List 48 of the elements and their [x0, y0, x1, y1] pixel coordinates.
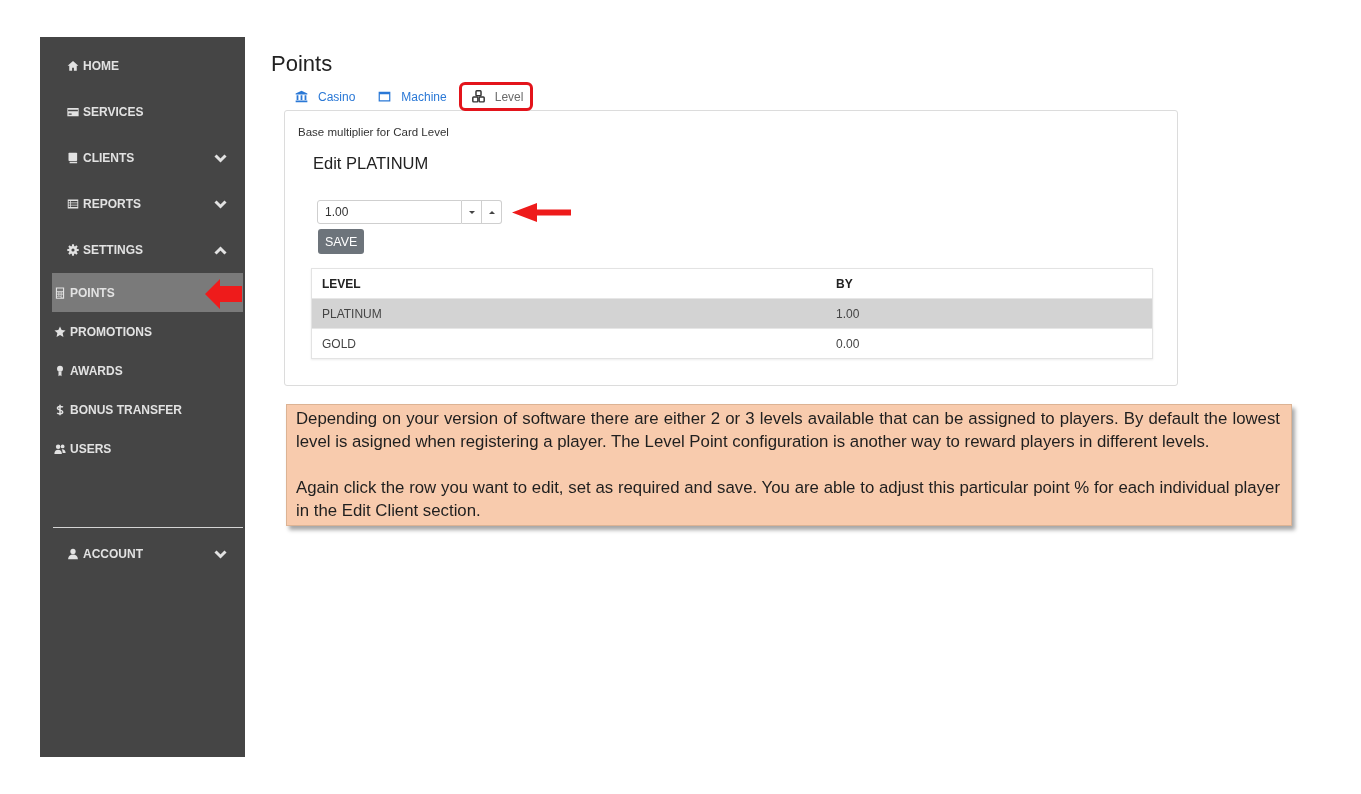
tab[interactable]: Machine	[367, 85, 459, 108]
panel-caption: Base multiplier for Card Level	[298, 125, 450, 139]
home-icon	[67, 60, 79, 72]
tab[interactable]: Level	[461, 85, 531, 108]
pointer-arrow-icon	[205, 279, 242, 309]
number-input[interactable]: 1.00	[317, 200, 462, 224]
nav-item[interactable]: CLIENTS	[40, 135, 245, 181]
user-icon	[67, 548, 79, 560]
edit-title: Edit PLATINUM	[313, 153, 430, 173]
list-icon	[67, 198, 79, 210]
caret-up-icon	[488, 210, 495, 214]
table-cell-text: 1.00	[835, 306, 861, 321]
bank-icon	[295, 90, 308, 103]
medal-icon	[54, 364, 66, 377]
note-paragraph: Depending on your version of software there are either 2 or 3 levels available that can be assigned to players. By default the lowest level is asigned when registering a player. The Level Point configuration is another way to reward players in different levels.	[296, 408, 1280, 453]
column-header: LEVEL	[321, 276, 362, 291]
book-icon	[67, 152, 79, 164]
window-icon	[378, 90, 392, 103]
nav-item[interactable]: BONUS TRANSFER	[52, 390, 243, 429]
nav-item[interactable]: AWARDS	[52, 351, 243, 390]
gear-icon	[67, 244, 79, 256]
calculator-icon	[54, 286, 66, 299]
nav-item[interactable]: ACCOUNT	[40, 531, 245, 577]
increment-button[interactable]	[482, 200, 502, 224]
note-paragraph: Again click the row you want to edit, set as required and save. You are able to adjust this particular point % for each individual player in the Edit Client section.	[296, 477, 1280, 522]
nav-item[interactable]: PROMOTIONS	[52, 312, 243, 351]
table-cell-text: PLATINUM	[321, 306, 383, 321]
users-icon	[54, 442, 66, 455]
nav-item[interactable]: SETTINGS	[40, 227, 245, 273]
column-header: BY	[835, 276, 854, 291]
nav-item[interactable]: HOME	[40, 43, 245, 89]
caret-down-icon	[468, 210, 475, 214]
cubes-icon	[471, 90, 485, 103]
page-title: Points	[271, 51, 334, 77]
dollar-icon	[54, 403, 66, 416]
nav-item[interactable]: USERS	[52, 429, 243, 468]
nav-item[interactable]: REPORTS	[40, 181, 245, 227]
table-row[interactable]: PLATINUM 1.00	[312, 298, 1152, 328]
table-row[interactable]: GOLD 0.00	[312, 328, 1152, 358]
pointer-arrow-icon	[512, 202, 571, 222]
table-cell-text: GOLD	[321, 336, 357, 351]
card-icon	[67, 106, 79, 118]
star-icon	[54, 325, 66, 338]
nav-item[interactable]: SERVICES	[40, 89, 245, 135]
save-button[interactable]: SAVE	[318, 229, 365, 254]
tab[interactable]: Casino	[284, 85, 368, 108]
table-cell-text: 0.00	[835, 336, 861, 351]
decrement-button[interactable]	[462, 200, 482, 224]
